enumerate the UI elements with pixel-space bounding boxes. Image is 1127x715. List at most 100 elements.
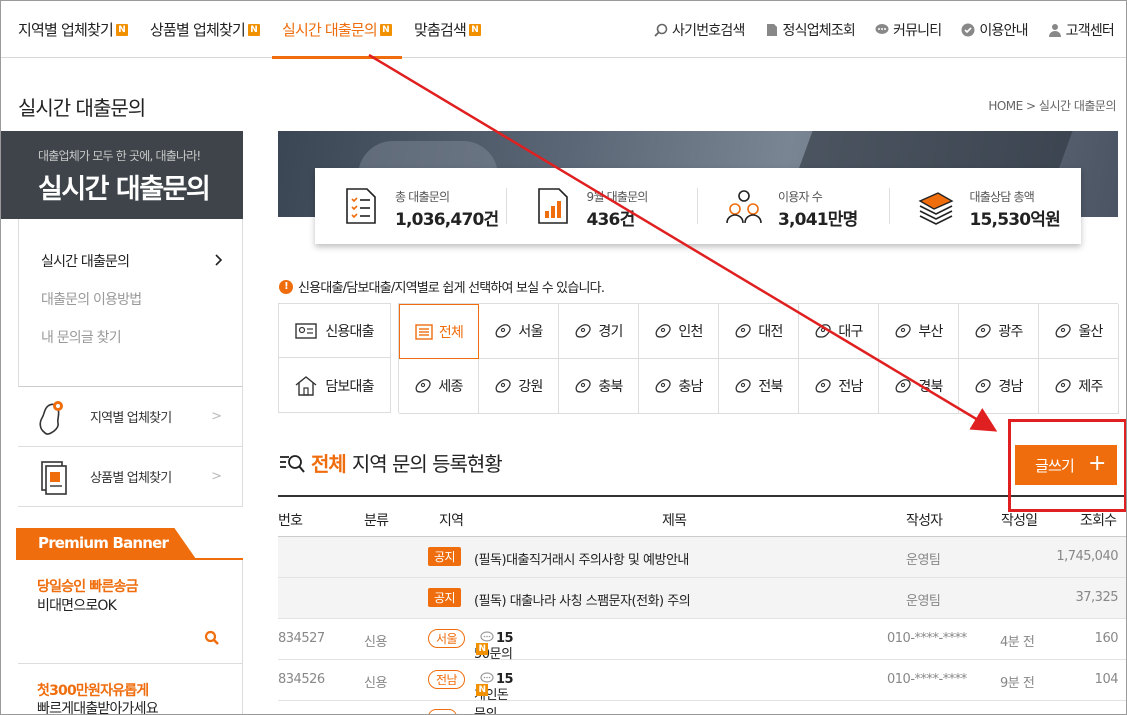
region-tag-partial <box>428 709 458 714</box>
top-navigation: 지역별 업체찾기 N 상품별 업체찾기 N 실시간 대출문의 N 맞춤검색 N 사기번호… <box>1 1 1126 59</box>
region-map-icon <box>895 379 912 393</box>
row-number: 834526 <box>278 672 325 687</box>
region-map-icon <box>495 379 512 393</box>
korea-map-pin-icon <box>39 400 63 435</box>
region-14[interactable]: 전남 <box>799 359 879 414</box>
nav-product-search[interactable]: 상품별 업체찾기 N <box>150 1 260 58</box>
region-4[interactable]: 대전 <box>719 304 799 359</box>
util-customer-center[interactable]: 고객센터 <box>1048 1 1115 58</box>
sidebar-link-region[interactable]: 지역별 업체찾기 > <box>18 387 243 447</box>
region-2[interactable]: 경기 <box>559 304 639 359</box>
table-row[interactable]: 834526 신용 전남 개인돈 문의 N 15 010-****-**** 9분 … <box>278 660 1126 714</box>
region-17[interactable]: 제주 <box>1039 359 1119 414</box>
region-8[interactable]: 울산 <box>1039 304 1119 359</box>
region-9[interactable]: 세종 <box>399 359 479 414</box>
row-date: 4분 전 <box>1000 635 1035 650</box>
row-author: 010-****-**** <box>887 631 967 646</box>
browser-frame: { "nav": { "main": [ {"label": "지역별 업체찾기… <box>0 0 1127 715</box>
stat-monthly-inquiries: 9월 대출문의 436건 <box>507 168 698 244</box>
region-6[interactable]: 부산 <box>879 304 959 359</box>
stat-total-inquiries: 총 대출문의 1,036,470건 <box>315 168 507 244</box>
stat-label: 9월 대출문의 <box>586 190 649 204</box>
money-stack-icon <box>917 192 954 225</box>
promo-title[interactable]: 첫300만원자유롭게 <box>37 680 149 700</box>
region-map-icon <box>495 324 512 338</box>
info-notice: ! 신용대출/담보대출/지역별로 쉽게 선택하여 보실 수 있습니다. <box>279 277 605 296</box>
stats-box: 총 대출문의 1,036,470건 9월 대출문의 436건 이용자 수 3,0… <box>315 168 1081 244</box>
region-label: 부산 <box>918 324 943 340</box>
new-badge: N <box>115 23 128 36</box>
util-company-check[interactable]: 정식업체조회 <box>765 1 856 58</box>
region-11[interactable]: 충북 <box>559 359 639 414</box>
stat-value: 436건 <box>586 210 636 230</box>
sidebar-item-how-to[interactable]: 대출문의 이용방법 <box>41 289 142 309</box>
region-label: 경기 <box>598 324 623 340</box>
region-5[interactable]: 대구 <box>799 304 879 359</box>
sidebar-hero-title: 실시간 대출문의 <box>38 174 211 205</box>
region-7[interactable]: 광주 <box>959 304 1039 359</box>
row-author: 운영팀 <box>906 553 941 568</box>
document-icon <box>766 23 777 36</box>
region-label: 전북 <box>758 379 783 395</box>
category-label: 담보대출 <box>325 379 374 395</box>
sidebar-link-product[interactable]: 상품별 업체찾기 > <box>18 447 243 507</box>
promo-subtitle[interactable]: 빠르게대출받아가세요 <box>37 698 159 714</box>
region-10[interactable]: 강원 <box>479 359 559 414</box>
row-views: 37,325 <box>1075 590 1119 605</box>
util-guide[interactable]: 이용안내 <box>961 1 1028 58</box>
row-category: 신용 <box>364 676 387 691</box>
new-badge: N <box>476 684 488 696</box>
search-list-icon <box>280 454 305 473</box>
region-label: 전남 <box>838 379 863 395</box>
notice-tag: 공지 <box>428 588 462 607</box>
region-1[interactable]: 서울 <box>479 304 559 359</box>
region-0[interactable]: 전체 <box>399 304 479 359</box>
region-label: 대전 <box>758 324 783 340</box>
table-row-notice[interactable]: 공지 (필독)대출직거래시 주의사항 및 예방안내 운영팀 1,745,040 <box>278 537 1126 578</box>
nav-custom-search[interactable]: 맞춤검색 N <box>414 1 481 58</box>
row-author: 운영팀 <box>906 594 941 609</box>
category-mortgage-loan[interactable]: 담보대출 <box>279 359 390 413</box>
table-row-notice[interactable]: 공지 (필독) 대출나라 사칭 스팸문자(전화) 주의 운영팀 37,325 <box>278 578 1126 619</box>
row-author: 010-****-**** <box>887 672 967 687</box>
util-fraud-search[interactable]: 사기번호검색 <box>654 1 745 58</box>
stat-value: 3,041만명 <box>778 210 858 230</box>
table-row[interactable]: 834527 신용 서울 50문의 N 15 010-****-**** 4분 전 … <box>278 619 1126 662</box>
board-title-highlight: 전체 <box>311 452 347 476</box>
region-3[interactable]: 인천 <box>639 304 719 359</box>
search-icon[interactable] <box>204 630 220 646</box>
nav-realtime-inquiry[interactable]: 실시간 대출문의 N <box>271 1 402 59</box>
row-title-wrap[interactable]: 50문의 N 15 <box>474 631 514 662</box>
region-label: 울산 <box>1078 324 1103 340</box>
promo-title[interactable]: 당일승인 빠른송금 <box>37 576 139 596</box>
util-label: 정식업체조회 <box>782 22 856 39</box>
sidebar-item-realtime-inquiry[interactable]: 실시간 대출문의 <box>41 251 130 271</box>
row-title-wrap[interactable]: 개인돈 문의 N 15 <box>474 672 514 714</box>
region-label: 충북 <box>598 379 623 395</box>
nav-label: 지역별 업체찾기 <box>18 21 114 39</box>
comment-icon <box>480 631 494 642</box>
region-16[interactable]: 경남 <box>959 359 1039 414</box>
promo-subtitle[interactable]: 비대면으로OK <box>37 595 117 615</box>
region-12[interactable]: 충남 <box>639 359 719 414</box>
sidebar-item-my-posts[interactable]: 내 문의글 찾기 <box>41 327 122 347</box>
col-category: 분류 <box>364 513 389 529</box>
region-filter-grid: 전체 서울 경기 인천 대전 대구 부산 광주 울산세종 강원 충북 충남 전북 전남 경북 경남 제주 <box>398 303 1119 414</box>
region-map-icon <box>975 324 992 338</box>
row-views: 1,745,040 <box>1056 549 1118 564</box>
region-15[interactable]: 경북 <box>879 359 959 414</box>
row-number: 834527 <box>278 631 325 646</box>
row-title[interactable]: (필독) 대출나라 사칭 스팸문자(전화) 주의 <box>474 590 691 609</box>
region-map-icon <box>735 379 752 393</box>
category-credit-loan[interactable]: 신용대출 <box>279 304 390 358</box>
nav-region-search[interactable]: 지역별 업체찾기 N <box>18 1 128 58</box>
row-title[interactable]: (필독)대출직거래시 주의사항 및 예방안내 <box>474 549 689 568</box>
chevron-right-icon: > <box>211 469 222 484</box>
premium-banner-list: 당일승인 빠른송금 비대면으로OK 첫300만원자유롭게 빠르게대출받아가세요 <box>18 560 243 714</box>
stat-label: 이용자 수 <box>778 190 823 204</box>
house-icon <box>295 376 317 396</box>
check-circle-icon <box>961 23 975 36</box>
region-13[interactable]: 전북 <box>719 359 799 414</box>
alert-icon: ! <box>279 279 293 294</box>
util-community[interactable]: 커뮤니티 <box>875 1 942 58</box>
